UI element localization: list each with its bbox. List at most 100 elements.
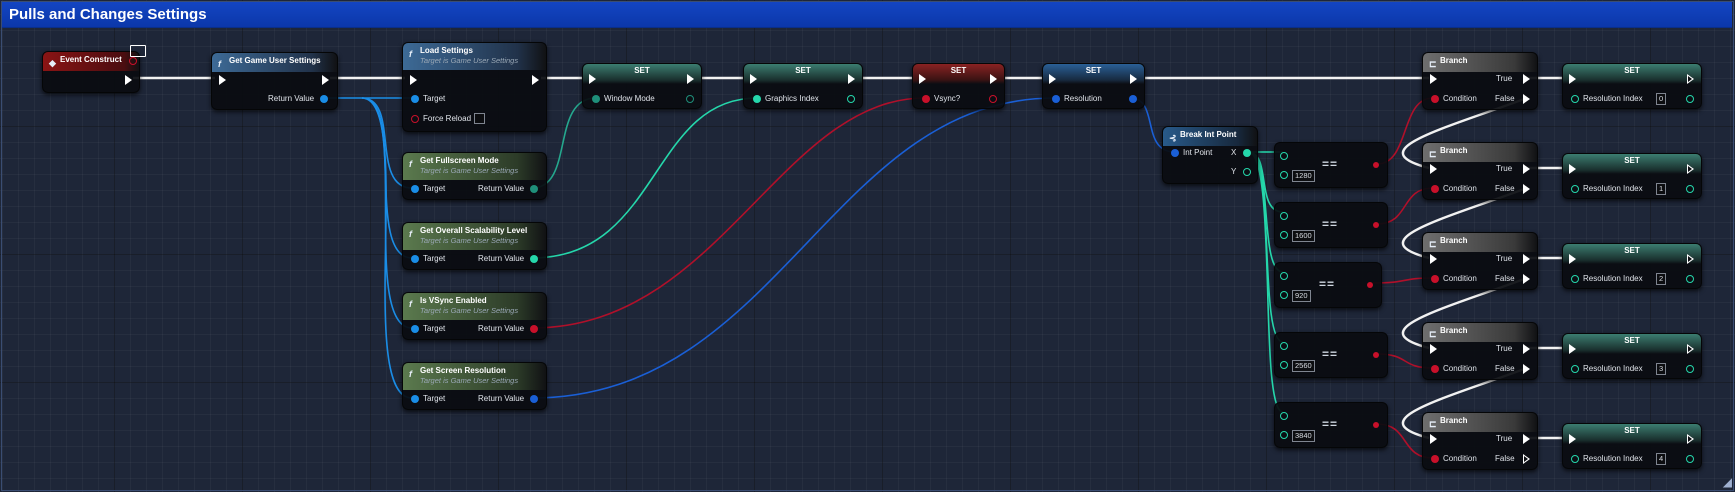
resolution-out-pin[interactable] (1129, 95, 1137, 103)
b-in-pin[interactable] (1280, 231, 1288, 239)
event-delegate-pin[interactable] (129, 57, 137, 65)
set-resolution-index-node-5[interactable]: SET Resolution Index 4 (1562, 423, 1702, 469)
exec-out-pin[interactable] (1687, 344, 1694, 354)
exec-in-pin[interactable] (1049, 74, 1056, 84)
is-vsync-enabled-node[interactable]: f Is VSync Enabled Target is Game User S… (402, 292, 547, 340)
vsync-out-pin[interactable] (989, 95, 997, 103)
b-in-pin[interactable] (1280, 291, 1288, 299)
branch-node-3[interactable]: ⊏ Branch True Condition False (1422, 232, 1538, 290)
branch-node-2[interactable]: ⊏ Branch True Condition False (1422, 142, 1538, 200)
b-in-pin[interactable] (1280, 361, 1288, 369)
return-value-pin[interactable] (530, 185, 538, 193)
result-out-pin[interactable] (1373, 422, 1379, 428)
resolution-index-out-pin[interactable] (1686, 275, 1694, 283)
target-pin[interactable] (411, 395, 419, 403)
exec-out-pin[interactable] (1130, 74, 1137, 84)
exec-in-pin[interactable] (589, 74, 596, 84)
set-resolution-index-node-4[interactable]: SET Resolution Index 3 (1562, 333, 1702, 379)
exec-in-pin[interactable] (1569, 344, 1576, 354)
exec-in-pin[interactable] (1569, 434, 1576, 444)
load-settings-node[interactable]: f Load Settings Target is Game User Sett… (402, 42, 547, 132)
true-exec-out-pin[interactable] (1523, 74, 1530, 84)
a-in-pin[interactable] (1280, 412, 1288, 420)
set-vsync-node[interactable]: SET Vsync? (912, 63, 1005, 109)
blueprint-graph-canvas[interactable]: Pulls and Changes Settings ◆ Event Const… (0, 0, 1735, 492)
exec-in-pin[interactable] (1569, 74, 1576, 84)
resolution-index-value[interactable]: 3 (1656, 363, 1667, 375)
b-value-box[interactable]: 2560 (1292, 360, 1315, 372)
a-in-pin[interactable] (1280, 152, 1288, 160)
set-window-mode-node[interactable]: SET Window Mode (582, 63, 702, 109)
b-in-pin[interactable] (1280, 171, 1288, 179)
equal-node-4[interactable]: 2560 == (1274, 332, 1388, 378)
comment-header[interactable]: Pulls and Changes Settings (1, 1, 1732, 28)
set-graphics-index-node[interactable]: SET Graphics Index (743, 63, 863, 109)
condition-pin[interactable] (1431, 275, 1439, 283)
resolution-index-value[interactable]: 0 (1656, 93, 1667, 105)
exec-out-pin[interactable] (848, 74, 855, 84)
get-overall-scalability-node[interactable]: f Get Overall Scalability Level Target i… (402, 222, 547, 270)
window-mode-in-pin[interactable] (592, 95, 600, 103)
get-screen-resolution-node[interactable]: f Get Screen Resolution Target is Game U… (402, 362, 547, 410)
b-value-box[interactable]: 3840 (1292, 430, 1315, 442)
return-value-pin[interactable] (320, 95, 328, 103)
equal-node-2[interactable]: 1600 == (1274, 202, 1388, 248)
equal-node-3[interactable]: 920 == (1274, 262, 1382, 308)
resolution-index-value[interactable]: 4 (1656, 453, 1667, 465)
result-out-pin[interactable] (1373, 222, 1379, 228)
resolution-index-out-pin[interactable] (1686, 455, 1694, 463)
condition-pin[interactable] (1431, 95, 1439, 103)
equal-node-1[interactable]: 1280 == (1274, 142, 1388, 188)
set-resolution-node[interactable]: SET Resolution (1042, 63, 1145, 109)
resolution-index-out-pin[interactable] (1686, 95, 1694, 103)
exec-in-pin[interactable] (1430, 344, 1437, 354)
b-in-pin[interactable] (1280, 431, 1288, 439)
resolution-index-in-pin[interactable] (1571, 95, 1579, 103)
resize-grip-icon[interactable]: ◢ (1723, 475, 1732, 489)
false-exec-out-pin[interactable] (1523, 454, 1530, 464)
branch-node-1[interactable]: ⊏ Branch True Condition False (1422, 52, 1538, 110)
vsync-in-pin[interactable] (922, 95, 930, 103)
b-value-box[interactable]: 920 (1292, 290, 1311, 302)
exec-out-pin[interactable] (322, 75, 329, 85)
int-point-in-pin[interactable] (1171, 149, 1179, 157)
exec-in-pin[interactable] (1569, 164, 1576, 174)
exec-in-pin[interactable] (1430, 74, 1437, 84)
exec-out-pin[interactable] (125, 75, 132, 85)
return-value-pin[interactable] (530, 395, 538, 403)
a-in-pin[interactable] (1280, 212, 1288, 220)
resolution-index-in-pin[interactable] (1571, 455, 1579, 463)
a-in-pin[interactable] (1280, 342, 1288, 350)
exec-in-pin[interactable] (1430, 164, 1437, 174)
exec-out-pin[interactable] (1687, 254, 1694, 264)
exec-in-pin[interactable] (1430, 434, 1437, 444)
branch-node-5[interactable]: ⊏ Branch True Condition False (1422, 412, 1538, 470)
set-resolution-index-node-1[interactable]: SET Resolution Index 0 (1562, 63, 1702, 109)
resolution-index-value[interactable]: 2 (1656, 273, 1667, 285)
condition-pin[interactable] (1431, 185, 1439, 193)
false-exec-out-pin[interactable] (1523, 184, 1530, 194)
condition-pin[interactable] (1431, 455, 1439, 463)
exec-out-pin[interactable] (1687, 164, 1694, 174)
set-resolution-index-node-2[interactable]: SET Resolution Index 1 (1562, 153, 1702, 199)
false-exec-out-pin[interactable] (1523, 364, 1530, 374)
graphics-index-in-pin[interactable] (753, 95, 761, 103)
exec-in-pin[interactable] (219, 75, 226, 85)
window-mode-out-pin[interactable] (686, 95, 694, 103)
true-exec-out-pin[interactable] (1523, 434, 1530, 444)
false-exec-out-pin[interactable] (1523, 94, 1530, 104)
branch-node-4[interactable]: ⊏ Branch True Condition False (1422, 322, 1538, 380)
true-exec-out-pin[interactable] (1523, 344, 1530, 354)
resolution-index-in-pin[interactable] (1571, 275, 1579, 283)
graphics-index-out-pin[interactable] (847, 95, 855, 103)
exec-out-pin[interactable] (532, 75, 539, 85)
equal-node-5[interactable]: 3840 == (1274, 402, 1388, 448)
true-exec-out-pin[interactable] (1523, 254, 1530, 264)
result-out-pin[interactable] (1373, 352, 1379, 358)
return-value-pin[interactable] (530, 325, 538, 333)
get-fullscreen-mode-node[interactable]: f Get Fullscreen Mode Target is Game Use… (402, 152, 547, 200)
exec-in-pin[interactable] (919, 74, 926, 84)
resolution-index-out-pin[interactable] (1686, 365, 1694, 373)
return-value-pin[interactable] (530, 255, 538, 263)
break-int-point-node[interactable]: ⊰ Break Int Point Int Point X Y (1162, 126, 1258, 184)
